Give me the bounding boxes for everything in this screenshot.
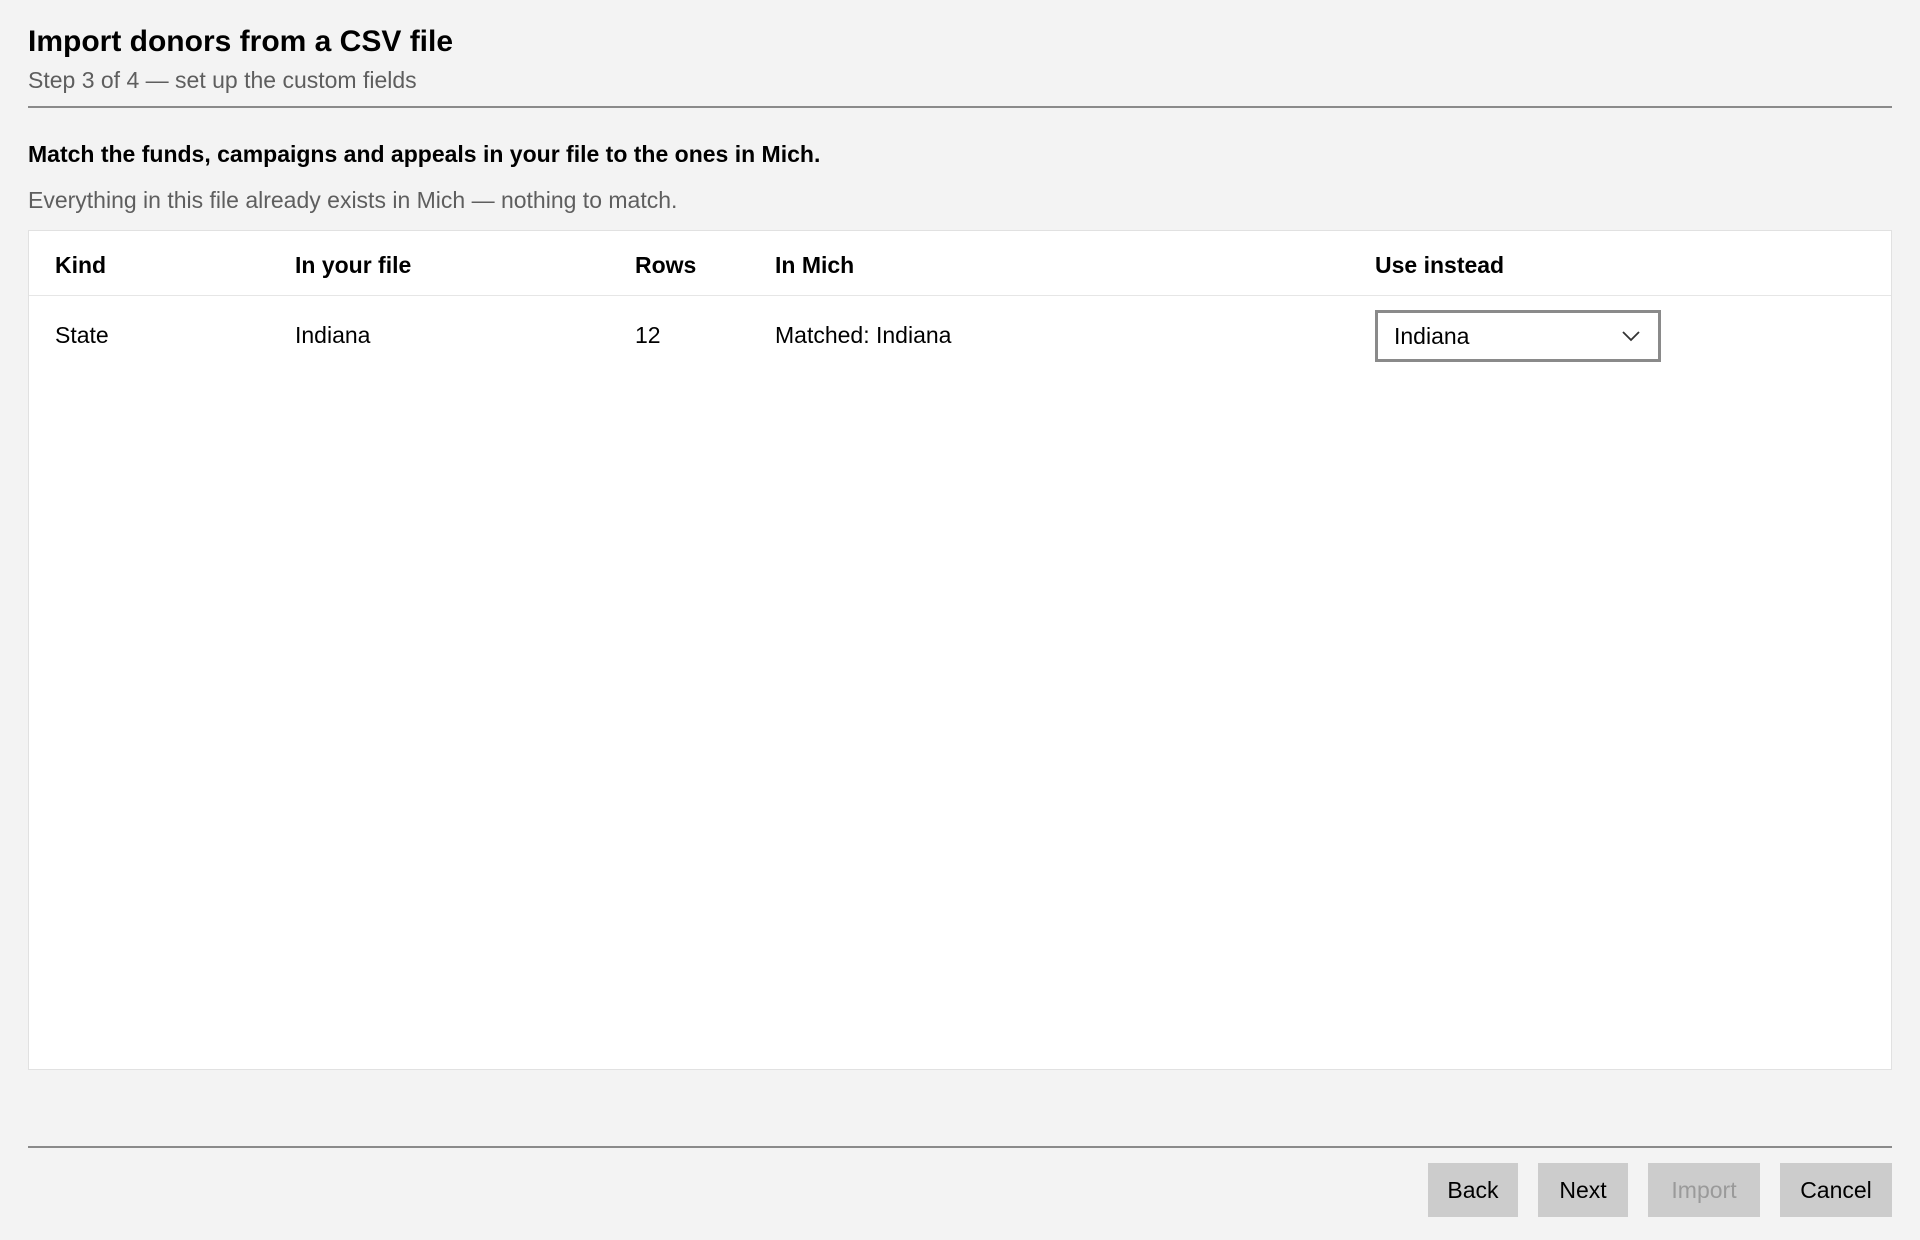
- table-row: State Indiana 12 Matched: Indiana Indian…: [29, 296, 1891, 376]
- import-button: Import: [1648, 1163, 1760, 1217]
- dialog-header: Import donors from a CSV file Step 3 of …: [28, 22, 1892, 96]
- column-header-use-instead: Use instead: [1375, 252, 1505, 278]
- next-button[interactable]: Next: [1538, 1163, 1628, 1217]
- back-button[interactable]: Back: [1428, 1163, 1518, 1217]
- step-subtitle: Step 3 of 4 — set up the custom fields: [28, 67, 417, 93]
- match-table: Kind In your file Rows In Mich Use inste…: [28, 230, 1892, 1070]
- chevron-down-icon: [1622, 331, 1640, 342]
- column-header-in-mich: In Mich: [775, 252, 855, 278]
- dropdown-selected-value: Indiana: [1394, 323, 1470, 349]
- dialog-title: Import donors from a CSV file: [28, 25, 454, 58]
- table-header: Kind In your file Rows In Mich Use inste…: [29, 231, 1891, 296]
- instruction-text: Match the funds, campaigns and appeals i…: [28, 141, 821, 167]
- status-note: Everything in this file already exists i…: [28, 187, 678, 213]
- column-header-kind: Kind: [55, 252, 107, 278]
- cell-in-your-file: Indiana: [295, 322, 371, 348]
- cell-rows: 12: [635, 322, 661, 348]
- column-header-rows: Rows: [635, 252, 697, 278]
- footer-divider: [28, 1146, 1892, 1148]
- cancel-button[interactable]: Cancel: [1780, 1163, 1892, 1217]
- header-divider: [28, 106, 1892, 108]
- cell-kind: State: [55, 322, 109, 348]
- use-instead-dropdown[interactable]: Indiana: [1375, 310, 1661, 362]
- column-header-in-your-file: In your file: [295, 252, 412, 278]
- cell-in-mich: Matched: Indiana: [775, 322, 952, 348]
